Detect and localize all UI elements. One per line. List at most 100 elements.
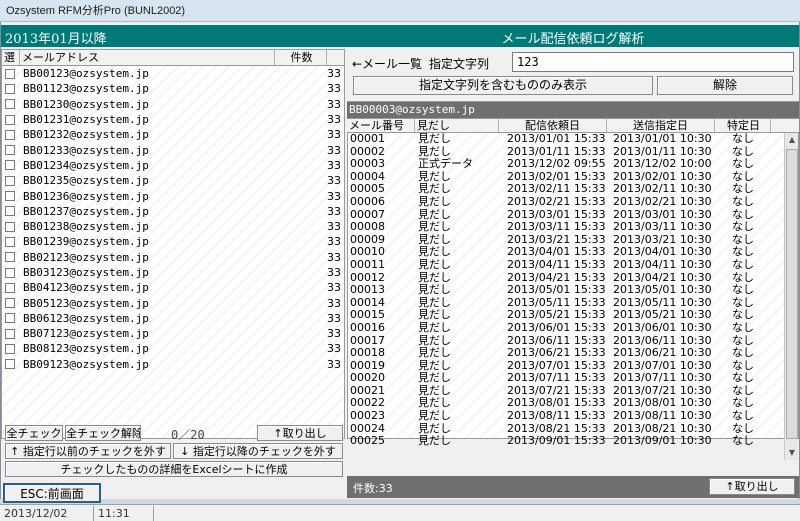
detail-table-row[interactable]: 00017 見だし 2013/06/11 15:33 2013/06/11 10:30… <box>347 335 799 348</box>
cell-heading: 見だし <box>418 208 451 221</box>
mail-list-row[interactable]: BB01237@ozsystem.jp 33 <box>2 204 344 219</box>
row-count: 33 <box>327 235 341 249</box>
detail-table-row[interactable]: 00024 見だし 2013/08/21 15:33 2013/08/21 10:30… <box>347 423 799 436</box>
detail-table-row[interactable]: 00015 見だし 2013/05/21 15:33 2013/05/21 10:30… <box>347 309 799 322</box>
row-checkbox[interactable] <box>5 129 15 140</box>
cell-send-date: 2013/05/21 10:30 <box>613 309 712 322</box>
row-checkbox[interactable] <box>5 267 15 278</box>
detail-table-row[interactable]: 00008 見だし 2013/03/11 15:33 2013/03/11 10:30… <box>347 221 799 234</box>
cell-heading: 見だし <box>418 284 451 297</box>
back-to-list-link[interactable]: ←メール一覧 <box>352 55 422 72</box>
detail-table-row[interactable]: 00007 見だし 2013/03/01 15:33 2013/03/01 10:30… <box>347 209 799 222</box>
mail-list-row[interactable]: BB01236@ozsystem.jp 33 <box>2 188 344 203</box>
detail-table-row[interactable]: 00025 見だし 2013/09/01 15:33 2013/09/01 10:30… <box>347 435 799 448</box>
detail-scrollbar[interactable]: ▲ ▼ <box>784 133 798 460</box>
row-checkbox[interactable] <box>5 145 15 156</box>
mail-list-row[interactable]: BB02123@ozsystem.jp 33 <box>2 250 344 265</box>
column-heading[interactable]: 見だし <box>415 119 499 132</box>
row-checkbox[interactable] <box>5 160 15 171</box>
mail-list-row[interactable]: BB01231@ozsystem.jp 33 <box>2 112 344 127</box>
row-checkbox[interactable] <box>5 114 15 125</box>
show-matching-button[interactable]: 指定文字列を含むもののみ表示 <box>353 76 653 95</box>
export-excel-button[interactable]: チェックしたものの詳細をExcelシートに作成 <box>5 461 343 477</box>
date-label: 2013年01月以降 <box>5 32 107 47</box>
row-checkbox[interactable] <box>5 191 15 202</box>
column-request-date[interactable]: 配信依頼日 <box>499 119 607 132</box>
mail-list-row[interactable]: BB01234@ozsystem.jp 33 <box>2 158 344 173</box>
mail-list-row[interactable]: BB01238@ozsystem.jp 33 <box>2 219 344 234</box>
cell-mail-number: 00004 <box>350 170 385 183</box>
mail-list-row[interactable]: BB09123@ozsystem.jp 33 <box>2 357 344 372</box>
mail-list-row[interactable]: BB08123@ozsystem.jp 33 <box>2 341 344 356</box>
mail-list-row[interactable]: BB01232@ozsystem.jp 33 <box>2 127 344 142</box>
mail-list-row[interactable]: BB01235@ozsystem.jp 33 <box>2 173 344 188</box>
detail-table-row[interactable]: 00016 見だし 2013/06/01 15:33 2013/06/01 10:30… <box>347 322 799 335</box>
row-checkbox[interactable] <box>5 313 15 324</box>
mail-address-list[interactable]: 選 メールアドレス 件数 BB00123@ozsystem.jp 33 BB0112… <box>1 49 345 439</box>
clear-filter-button[interactable]: 解除 <box>657 76 793 95</box>
row-checkbox[interactable] <box>5 68 15 79</box>
detail-table-row[interactable]: 00023 見だし 2013/08/11 15:33 2013/08/11 10:30… <box>347 410 799 423</box>
row-checkbox[interactable] <box>5 83 15 94</box>
mail-list-row[interactable]: BB01123@ozsystem.jp 33 <box>2 81 344 96</box>
mail-list-row[interactable]: BB00123@ozsystem.jp 33 <box>2 66 344 81</box>
column-specific-date[interactable]: 特定日 <box>715 119 771 132</box>
detail-table-row[interactable]: 00001 見だし 2013/01/01 15:33 2013/01/01 10:30… <box>347 133 799 146</box>
detail-table-row[interactable]: 00019 見だし 2013/07/01 15:33 2013/07/01 10:30… <box>347 360 799 373</box>
mail-list-row[interactable]: BB01230@ozsystem.jp 33 <box>2 97 344 112</box>
scroll-up-icon[interactable]: ▲ <box>785 133 799 147</box>
detail-table-row[interactable]: 00020 見だし 2013/07/11 15:33 2013/07/11 10:30… <box>347 372 799 385</box>
scroll-down-icon[interactable]: ▼ <box>785 446 799 460</box>
uncheck-all-button[interactable]: 全チェック解除 <box>65 425 141 441</box>
detail-table[interactable]: メール番号 見だし 配信依頼日 送信指定日 特定日 00001 見だし 2013/0… <box>347 118 799 448</box>
mail-list-row[interactable]: BB01233@ozsystem.jp 33 <box>2 142 344 157</box>
row-checkbox[interactable] <box>5 343 15 354</box>
row-checkbox[interactable] <box>5 359 15 370</box>
detail-table-row[interactable]: 00005 見だし 2013/02/11 15:33 2013/02/11 10:30… <box>347 183 799 196</box>
detail-table-row[interactable]: 00009 見だし 2013/03/21 15:33 2013/03/21 10:30… <box>347 234 799 247</box>
row-checkbox[interactable] <box>5 282 15 293</box>
mail-list-row[interactable]: BB03123@ozsystem.jp 33 <box>2 265 344 280</box>
detail-table-row[interactable]: 00003 正式データ 2013/12/02 09:55 2013/12/02 10:… <box>347 158 799 171</box>
check-all-button[interactable]: 全チェック <box>5 425 63 441</box>
mail-list-row[interactable]: BB01239@ozsystem.jp 33 <box>2 234 344 249</box>
detail-table-row[interactable]: 00011 見だし 2013/04/11 15:33 2013/04/11 10:30… <box>347 259 799 272</box>
detail-table-row[interactable]: 00018 見だし 2013/06/21 15:33 2013/06/21 10:30… <box>347 347 799 360</box>
column-address[interactable]: メールアドレス <box>20 50 275 65</box>
detail-table-row[interactable]: 00012 見だし 2013/04/21 15:33 2013/04/21 10:30… <box>347 272 799 285</box>
detail-table-row[interactable]: 00006 見だし 2013/02/21 15:33 2013/02/21 10:30… <box>347 196 799 209</box>
row-checkbox[interactable] <box>5 298 15 309</box>
row-checkbox[interactable] <box>5 328 15 339</box>
detail-table-row[interactable]: 00014 見だし 2013/05/11 15:33 2013/05/11 10:30… <box>347 297 799 310</box>
extract-right-button[interactable]: ↑取り出し <box>709 478 795 495</box>
detail-table-row[interactable]: 00010 見だし 2013/04/01 15:33 2013/04/01 10:30… <box>347 246 799 259</box>
row-checkbox[interactable] <box>5 221 15 232</box>
row-count: 33 <box>327 250 341 264</box>
cell-request-date: 2013/06/01 15:33 <box>507 321 606 334</box>
row-checkbox[interactable] <box>5 236 15 247</box>
detail-table-row[interactable]: 00004 見だし 2013/02/01 15:33 2013/02/01 10:30… <box>347 171 799 184</box>
detail-table-row[interactable]: 00022 見だし 2013/08/01 15:33 2013/08/01 10:30… <box>347 397 799 410</box>
mail-list-row[interactable]: BB05123@ozsystem.jp 33 <box>2 295 344 310</box>
row-checkbox[interactable] <box>5 99 15 110</box>
uncheck-after-button[interactable]: ↓ 指定行以降のチェックを外す <box>173 443 343 459</box>
filter-input[interactable]: 123 <box>512 52 794 72</box>
column-count[interactable]: 件数 <box>275 50 327 65</box>
row-checkbox[interactable] <box>5 206 15 217</box>
detail-table-row[interactable]: 00021 見だし 2013/07/21 15:33 2013/07/21 10:30… <box>347 385 799 398</box>
scroll-thumb[interactable] <box>786 149 798 439</box>
mail-list-row[interactable]: BB07123@ozsystem.jp 33 <box>2 326 344 341</box>
cell-send-date: 2013/09/01 10:30 <box>613 435 712 448</box>
detail-table-row[interactable]: 00013 見だし 2013/05/01 15:33 2013/05/01 10:30… <box>347 284 799 297</box>
mail-list-row[interactable]: BB04123@ozsystem.jp 33 <box>2 280 344 295</box>
extract-left-button[interactable]: ↑取り出し <box>257 425 343 441</box>
row-checkbox[interactable] <box>5 252 15 263</box>
status-empty <box>154 506 800 521</box>
column-mail-number[interactable]: メール番号 <box>347 119 415 132</box>
detail-table-row[interactable]: 00002 見だし 2013/01/11 15:33 2013/01/11 10:30… <box>347 146 799 159</box>
row-checkbox[interactable] <box>5 175 15 186</box>
column-send-date[interactable]: 送信指定日 <box>607 119 715 132</box>
mail-list-row[interactable]: BB06123@ozsystem.jp 33 <box>2 311 344 326</box>
esc-back-button[interactable]: ESC:前画面 <box>3 483 101 503</box>
uncheck-before-button[interactable]: ↑ 指定行以前のチェックを外す <box>5 443 171 459</box>
